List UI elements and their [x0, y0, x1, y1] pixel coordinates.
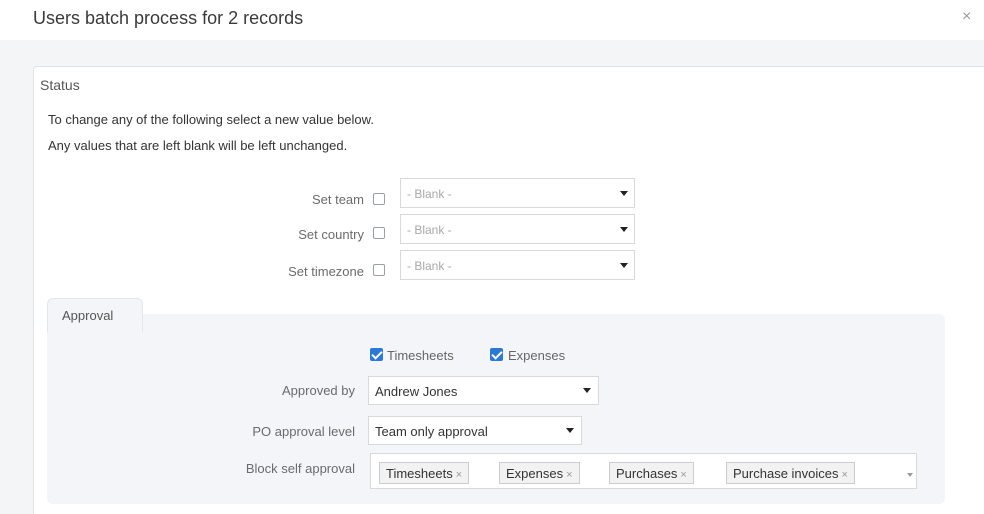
set-country-value: - Blank - [407, 223, 452, 237]
tag-expenses: Expenses × [499, 462, 580, 484]
approved-by-value: Andrew Jones [375, 384, 458, 399]
expenses-checkbox[interactable] [490, 348, 503, 361]
status-title: Status [40, 77, 80, 93]
expenses-checkbox-label: Expenses [508, 348, 566, 363]
tag-purchases: Purchases × [609, 462, 694, 484]
set-country-label: Set country [298, 227, 364, 242]
block-self-approval-label: Block self approval [245, 461, 355, 476]
remove-tag-icon[interactable]: × [456, 469, 462, 481]
set-team-label: Set team [311, 192, 364, 207]
intro-line-2: Any values that are left blank will be l… [48, 138, 348, 153]
tag-label: Purchase invoices [733, 466, 839, 481]
chevron-down-icon [566, 428, 574, 433]
set-timezone-value: - Blank - [407, 259, 452, 273]
po-approval-level-select[interactable]: Team only approval [368, 416, 582, 445]
chevron-down-icon [620, 263, 628, 268]
set-timezone-select[interactable]: - Blank - [400, 250, 635, 280]
set-country-checkbox[interactable] [373, 227, 385, 239]
chevron-down-icon[interactable] [907, 473, 913, 477]
po-approval-level-label: PO approval level [252, 424, 355, 439]
set-team-select[interactable]: - Blank - [400, 178, 635, 208]
tag-timesheets: Timesheets × [379, 462, 470, 484]
tag-label: Expenses [506, 466, 564, 481]
tag-label: Purchases [616, 466, 678, 481]
approved-by-select[interactable]: Andrew Jones [368, 376, 599, 405]
chevron-down-icon [583, 388, 591, 393]
timesheets-checkbox[interactable] [370, 348, 383, 361]
set-timezone-checkbox[interactable] [373, 264, 385, 276]
set-team-value: - Blank - [407, 187, 452, 201]
remove-tag-icon[interactable]: × [680, 469, 686, 481]
intro-line-1: To change any of the following select a … [48, 112, 374, 127]
block-self-approval-multiselect[interactable]: Timesheets × Expenses × Purchases × Purchas… [370, 453, 917, 489]
chevron-down-icon [620, 227, 628, 232]
tag-label: Timesheets [386, 466, 453, 481]
remove-tag-icon[interactable]: × [566, 469, 572, 481]
tag-purchase-invoices: Purchase invoices × [726, 462, 855, 484]
close-icon[interactable]: × [962, 8, 971, 26]
approved-by-label: Approved by [282, 383, 355, 398]
po-approval-level-value: Team only approval [375, 424, 488, 439]
modal-title: Users batch process for 2 records [33, 8, 304, 28]
set-timezone-label: Set timezone [288, 264, 364, 279]
remove-tag-icon[interactable]: × [842, 469, 848, 481]
set-team-checkbox[interactable] [373, 193, 385, 205]
chevron-down-icon [620, 191, 628, 196]
set-country-select[interactable]: - Blank - [400, 214, 635, 244]
timesheets-checkbox-label: Timesheets [387, 348, 454, 363]
approval-title: Approval [62, 308, 114, 323]
approval-tab: Approval [47, 298, 143, 332]
